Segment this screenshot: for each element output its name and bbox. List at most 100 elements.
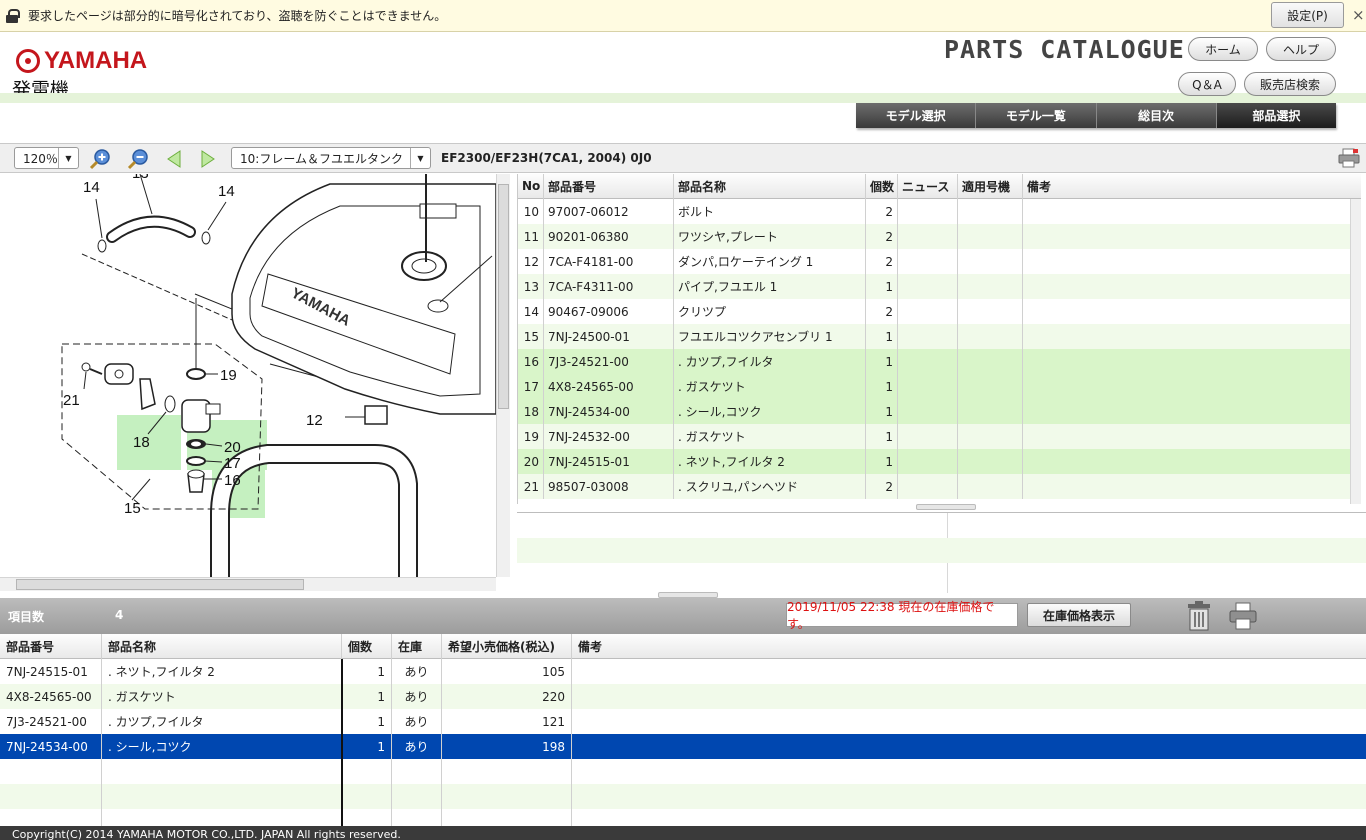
parts-cell-apply xyxy=(958,199,1023,224)
cart-cell-part-no: 7NJ-24534-00 xyxy=(0,734,102,759)
parts-cell-news xyxy=(898,274,958,299)
scroll-thumb[interactable] xyxy=(498,184,509,409)
callout-21[interactable]: 21 xyxy=(63,392,80,409)
parts-cell-news xyxy=(898,299,958,324)
parts-cell-note xyxy=(1023,199,1361,224)
diagram-vertical-scrollbar[interactable] xyxy=(496,174,510,577)
parts-cell-apply xyxy=(958,224,1023,249)
callout-13[interactable]: 13 xyxy=(132,174,149,182)
settings-button[interactable]: 設定(P) xyxy=(1271,2,1344,28)
item-count-value: 4 xyxy=(115,608,124,622)
parts-table-row[interactable]: 13 7CA-F4311-00 パイプ,フユエル 11 xyxy=(518,274,1361,299)
parts-cell-part-no: 7CA-F4181-00 xyxy=(544,249,674,274)
callout-17[interactable]: 17 xyxy=(224,455,241,472)
diagram-toolbar: 120％ ▼ 10:フレーム＆フユエルタンク ▼ EF2300/EF23H(7C… xyxy=(0,143,1366,173)
parts-cell-name: クリツプ xyxy=(674,299,866,324)
tab-part-select[interactable]: 部品選択 xyxy=(1216,103,1336,128)
zoom-in-icon[interactable] xyxy=(88,147,112,171)
help-button[interactable]: ヘルプ xyxy=(1266,37,1336,61)
header-divider xyxy=(0,93,1366,103)
parts-cell-no: 19 xyxy=(518,424,544,449)
cart-cell-price xyxy=(442,784,572,809)
parts-cell-news xyxy=(898,424,958,449)
parts-table-row[interactable]: 19 7NJ-24532-00. ガスケツト 1 xyxy=(518,424,1361,449)
show-stock-price-button[interactable]: 在庫価格表示 xyxy=(1027,603,1131,627)
parts-cell-part-no: 98507-03008 xyxy=(544,474,674,499)
cart-cell-price: 105 xyxy=(442,659,572,684)
diagram-horizontal-scrollbar[interactable] xyxy=(0,577,496,591)
parts-table-row[interactable]: 20 7NJ-24515-01. ネツト,フイルタ 21 xyxy=(518,449,1361,474)
parts-cell-news xyxy=(898,474,958,499)
callout-18[interactable]: 18 xyxy=(133,434,150,451)
tab-model-list[interactable]: モデル一覧 xyxy=(976,103,1097,128)
parts-diagram[interactable]: YAMAHA 14 14 19 21 18 20 17 16 15 12 xyxy=(0,174,496,577)
cart-table-row[interactable]: 7NJ-24534-00. シール,コツク 1 あり 198 xyxy=(0,734,1366,759)
callout-15[interactable]: 15 xyxy=(124,500,141,517)
parts-cell-qty: 2 xyxy=(866,249,898,274)
cart-table-header: 部品番号 部品名称 個数 在庫 希望小売価格(税込) 備考 xyxy=(0,634,1366,659)
home-button[interactable]: ホーム xyxy=(1188,37,1258,61)
parts-cell-part-no: 97007-06012 xyxy=(544,199,674,224)
column-resize-divider[interactable] xyxy=(341,659,343,826)
yamaha-logo[interactable]: YAMAHA xyxy=(16,47,147,75)
zoom-select[interactable]: 120％ ▼ xyxy=(14,147,79,169)
cart-cell-stock xyxy=(392,759,442,784)
parts-cell-no: 10 xyxy=(518,199,544,224)
qa-button[interactable]: Q＆A xyxy=(1178,72,1236,96)
scroll-thumb[interactable] xyxy=(16,579,304,590)
parts-table-row[interactable]: 16 7J3-24521-00. カツプ,フイルタ 1 xyxy=(518,349,1361,374)
splitter-handle[interactable] xyxy=(916,504,976,510)
parts-table-row[interactable]: 12 7CA-F4181-00 ダンパ,ロケーテイング 12 xyxy=(518,249,1361,274)
callout-16[interactable]: 16 xyxy=(224,472,241,489)
cart-cell-price: 121 xyxy=(442,709,572,734)
parts-cell-news xyxy=(898,224,958,249)
parts-cell-qty: 2 xyxy=(866,224,898,249)
previous-arrow-icon[interactable] xyxy=(162,147,186,171)
cart-cell-qty xyxy=(342,784,392,809)
cart-cell-name xyxy=(102,809,342,826)
parts-list-table: No 部品番号 部品名称 個数 ニュース 適用号機 備考 10 97007-060… xyxy=(517,174,1361,504)
parts-table-row[interactable]: 21 98507-03008. スクリユ,パンヘツド 2 xyxy=(518,474,1361,499)
parts-cell-note xyxy=(1023,474,1361,499)
parts-cell-qty: 2 xyxy=(866,199,898,224)
callout-14a[interactable]: 14 xyxy=(83,179,100,196)
close-icon[interactable]: × xyxy=(1352,6,1365,24)
illustration-group-select[interactable]: 10:フレーム＆フユエルタンク ▼ xyxy=(231,147,431,169)
trash-icon[interactable] xyxy=(1186,601,1212,631)
parts-table-scrollbar[interactable] xyxy=(1350,199,1361,504)
parts-table-row[interactable]: 11 90201-06380 ワツシヤ,プレート 2 xyxy=(518,224,1361,249)
tab-general-index[interactable]: 総目次 xyxy=(1096,103,1217,128)
cart-table: 部品番号 部品名称 個数 在庫 希望小売価格(税込) 備考 7NJ-24515-… xyxy=(0,634,1366,826)
chevron-down-icon: ▼ xyxy=(58,148,78,168)
parts-table-row[interactable]: 17 4X8-24565-00. ガスケツト 1 xyxy=(518,374,1361,399)
detail-row xyxy=(517,538,1366,563)
print-icon[interactable] xyxy=(1338,148,1360,168)
callout-20[interactable]: 20 xyxy=(224,439,241,456)
zoom-out-icon[interactable] xyxy=(126,147,150,171)
tab-model-select[interactable]: モデル選択 xyxy=(856,103,977,128)
print-icon[interactable] xyxy=(1229,602,1257,630)
parts-cell-name: ワツシヤ,プレート xyxy=(674,224,866,249)
parts-table-row[interactable]: 10 97007-06012 ボルト 2 xyxy=(518,199,1361,224)
cart-table-row[interactable]: 4X8-24565-00. ガスケツト 1 あり 220 xyxy=(0,684,1366,709)
parts-table-row[interactable]: 14 90467-09006 クリツプ 2 xyxy=(518,299,1361,324)
parts-cell-apply xyxy=(958,374,1023,399)
parts-cell-name: . ガスケツト xyxy=(674,374,866,399)
cart-table-row[interactable]: 7NJ-24515-01. ネツト,フイルタ 2 1 あり 105 xyxy=(0,659,1366,684)
parts-table-row[interactable]: 15 7NJ-24500-01 フユエルコツクアセンブリ 11 xyxy=(518,324,1361,349)
callout-14b[interactable]: 14 xyxy=(218,183,235,200)
callout-19[interactable]: 19 xyxy=(220,367,237,384)
parts-cell-part-no: 4X8-24565-00 xyxy=(544,374,674,399)
cart-table-row[interactable]: 7J3-24521-00. カツプ,フイルタ 1 あり 121 xyxy=(0,709,1366,734)
parts-cell-apply xyxy=(958,424,1023,449)
dealer-search-button[interactable]: 販売店検索 xyxy=(1244,72,1336,96)
exploded-view-drawing: YAMAHA 14 14 19 21 18 20 17 16 15 12 xyxy=(61,174,496,577)
callout-12[interactable]: 12 xyxy=(306,412,323,429)
next-arrow-icon[interactable] xyxy=(196,147,220,171)
parts-cell-part-no: 7NJ-24515-01 xyxy=(544,449,674,474)
main-nav-tabs: モデル選択 モデル一覧 総目次 部品選択 xyxy=(856,103,1336,128)
parts-cell-part-no: 90201-06380 xyxy=(544,224,674,249)
parts-cell-qty: 1 xyxy=(866,374,898,399)
parts-cell-name: フユエルコツクアセンブリ 1 xyxy=(674,324,866,349)
parts-table-row[interactable]: 18 7NJ-24534-00. シール,コツク 1 xyxy=(518,399,1361,424)
